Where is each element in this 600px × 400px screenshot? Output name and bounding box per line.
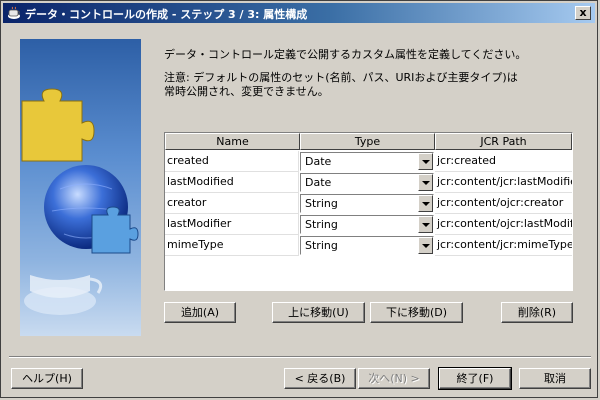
- type-select[interactable]: String: [300, 215, 434, 234]
- chevron-down-icon[interactable]: [418, 195, 433, 212]
- chevron-down-icon[interactable]: [418, 237, 433, 254]
- finish-button[interactable]: 終了(F): [438, 367, 512, 390]
- help-button[interactable]: ヘルプ(H): [11, 368, 83, 389]
- window-title: データ・コントロールの作成 - ステップ 3 / 3: 属性構成: [25, 8, 308, 21]
- table-row[interactable]: created Date jcr:created: [165, 151, 572, 172]
- puzzle-globe-illustration: [21, 88, 139, 315]
- chevron-down-icon[interactable]: [418, 216, 433, 233]
- type-value: Date: [305, 176, 332, 189]
- note-line: 常時公開され、変更できません。: [164, 85, 329, 98]
- table-row[interactable]: lastModified Date jcr:content/jcr:lastMo…: [165, 172, 572, 193]
- move-down-button[interactable]: 下に移動(D): [370, 302, 463, 323]
- column-header-jcr-path[interactable]: JCR Path: [435, 133, 572, 150]
- name-cell[interactable]: creator: [165, 193, 299, 214]
- table-row[interactable]: lastModifier String jcr:content/ojcr:las…: [165, 214, 572, 235]
- type-select[interactable]: String: [300, 194, 434, 213]
- footer-separator: [9, 356, 591, 358]
- column-header-name[interactable]: Name: [165, 133, 300, 150]
- wizard-window: データ・コントロールの作成 - ステップ 3 / 3: 属性構成 x データ・コ…: [0, 0, 598, 398]
- jcr-path-cell[interactable]: jcr:content/jcr:mimeType: [435, 235, 572, 256]
- title-bar[interactable]: データ・コントロールの作成 - ステップ 3 / 3: 属性構成 x: [3, 3, 595, 23]
- next-button[interactable]: 次へ(N) >: [358, 368, 430, 389]
- type-value: Date: [305, 155, 332, 168]
- type-value: String: [305, 197, 338, 210]
- note-line: 注意: デフォルトの属性のセット(名前、パス、URIおよび主要タイプ)は: [164, 71, 518, 84]
- note-text: 注意: デフォルトの属性のセット(名前、パス、URIおよび主要タイプ)は 常時公…: [164, 71, 518, 99]
- add-button[interactable]: 追加(A): [164, 302, 236, 323]
- jcr-path-cell[interactable]: jcr:content/jcr:lastModified: [435, 172, 572, 193]
- move-up-button[interactable]: 上に移動(U): [272, 302, 365, 323]
- table-header: Name Type JCR Path: [165, 133, 572, 150]
- table-row[interactable]: creator String jcr:content/ojcr:creator: [165, 193, 572, 214]
- app-cup-icon: [8, 6, 20, 19]
- type-select[interactable]: Date: [300, 173, 434, 192]
- chevron-down-icon[interactable]: [418, 174, 433, 191]
- type-value: String: [305, 218, 338, 231]
- jcr-path-cell[interactable]: jcr:created: [435, 151, 572, 172]
- table-row[interactable]: mimeType String jcr:content/jcr:mimeType: [165, 235, 572, 256]
- column-header-type[interactable]: Type: [300, 133, 435, 150]
- type-select[interactable]: Date: [300, 152, 434, 171]
- wizard-side-image: [20, 39, 141, 336]
- jcr-path-cell[interactable]: jcr:content/ojcr:lastModifier: [435, 214, 572, 235]
- type-select[interactable]: String: [300, 236, 434, 255]
- back-button[interactable]: < 戻る(B): [284, 368, 356, 389]
- name-cell[interactable]: lastModified: [165, 172, 299, 193]
- cancel-button[interactable]: 取消: [519, 368, 591, 389]
- puzzle-yellow-icon: [21, 88, 95, 162]
- name-cell[interactable]: lastModifier: [165, 214, 299, 235]
- close-button[interactable]: x: [575, 6, 591, 20]
- jcr-path-cell[interactable]: jcr:content/ojcr:creator: [435, 193, 572, 214]
- intro-text: データ・コントロール定義で公開するカスタム属性を定義してください。: [164, 48, 527, 61]
- name-cell[interactable]: created: [165, 151, 299, 172]
- delete-button[interactable]: 削除(R): [501, 302, 573, 323]
- name-cell[interactable]: mimeType: [165, 235, 299, 256]
- chevron-down-icon[interactable]: [418, 153, 433, 170]
- attributes-table: Name Type JCR Path created Date jcr:crea…: [164, 132, 573, 291]
- type-value: String: [305, 239, 338, 252]
